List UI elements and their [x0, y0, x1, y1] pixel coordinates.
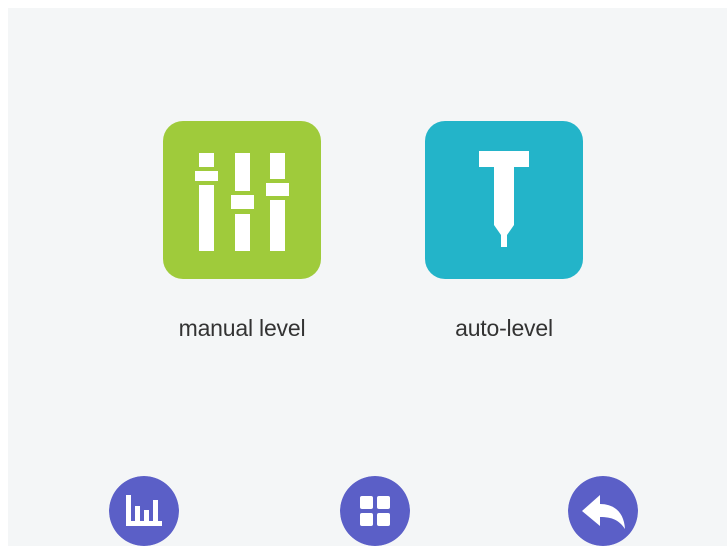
probe-icon — [425, 121, 583, 279]
back-arrow-icon — [568, 476, 638, 546]
sliders-icon — [163, 121, 321, 279]
grid-icon — [340, 476, 410, 546]
auto-level-label: auto-level — [455, 315, 553, 341]
leveling-screen: manual level auto-level — [8, 8, 727, 546]
stats-button[interactable] — [109, 476, 179, 546]
menu-button[interactable] — [340, 476, 410, 546]
back-button[interactable] — [568, 476, 638, 546]
manual-level-button[interactable] — [163, 121, 321, 279]
manual-level-label: manual level — [178, 315, 306, 341]
auto-level-button[interactable] — [425, 121, 583, 279]
bar-chart-icon — [109, 476, 179, 546]
